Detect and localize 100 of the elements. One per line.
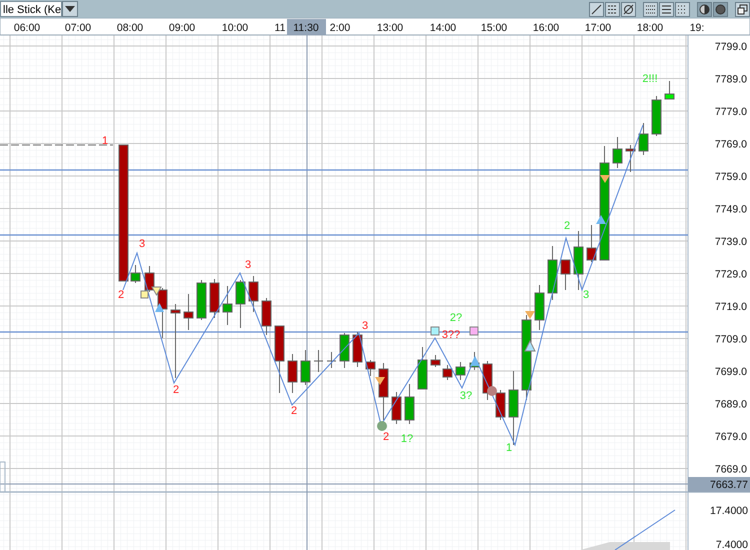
wave-label: 1: [506, 442, 512, 454]
candle: [366, 360, 376, 376]
wave-label: 2: [290, 405, 298, 417]
candle: [222, 286, 232, 326]
chart-type-dropdown[interactable]: lle Stick (Ke: [0, 1, 62, 17]
time-axis-label: 10:00: [222, 22, 248, 34]
price-axis-label: 7709.0: [714, 334, 747, 346]
time-axis-label: 11: [274, 22, 286, 34]
candle: [430, 354, 440, 368]
candle: [236, 280, 246, 328]
candle: [638, 122, 648, 156]
triangle-down-icon: [151, 286, 162, 296]
circle-icon[interactable]: [696, 2, 712, 16]
candle: [456, 362, 466, 380]
candle: [534, 284, 544, 330]
candle: [274, 326, 284, 394]
price-axis-label: 7729.0: [714, 268, 747, 280]
wave-label: 3?: [460, 390, 472, 402]
triangle-down-icon: [525, 311, 535, 319]
candle: [392, 392, 402, 424]
time-axis-label: 13:00: [376, 22, 404, 34]
time-axis-label: 09:00: [168, 22, 196, 34]
candle: [288, 354, 298, 394]
price-axis-label: 7789.0: [714, 74, 747, 86]
time-axis-label: 06:00: [14, 22, 40, 34]
time-axis-label: 19:: [690, 22, 704, 34]
time-axis-label: 16:00: [532, 22, 560, 34]
line-tool-icon[interactable]: [588, 2, 604, 16]
candle: [418, 346, 428, 390]
price-axis-label: 7779.0: [714, 106, 747, 118]
time-cursor-label: 11:30: [293, 22, 319, 34]
grid-icon[interactable]: [674, 2, 690, 16]
price-axis-label: 7799.0: [714, 41, 747, 53]
candle: [248, 276, 258, 312]
circle-marker-icon: [377, 421, 387, 431]
candle: [404, 384, 414, 424]
candle: [664, 80, 674, 100]
price-axis-label: 7749.0: [714, 204, 747, 216]
candle: [560, 260, 570, 290]
wave-label: 3: [138, 238, 146, 250]
price-axis-label: 7739.0: [714, 236, 747, 248]
cursor-price-label: 7663.77: [710, 479, 748, 491]
candle: [326, 352, 336, 368]
candle: [496, 390, 506, 420]
wave-label: 3: [362, 320, 368, 332]
lower-axis-label: 7.4000: [716, 539, 748, 550]
time-axis-label: 07:00: [64, 22, 92, 34]
candle: [262, 298, 272, 336]
candle: [442, 364, 452, 380]
triangle-up-icon: [155, 303, 164, 312]
time-axis-label: 17:00: [584, 22, 612, 34]
triangle-up-icon: [470, 356, 480, 366]
time-axis-label: 18:00: [636, 22, 664, 34]
candle: [196, 280, 206, 320]
triangle-down-icon: [600, 175, 610, 183]
circle-marker-icon: [487, 386, 497, 396]
candle: [548, 246, 558, 300]
wave-label: 3??: [442, 329, 460, 341]
triangle-down-icon: [375, 377, 385, 385]
lines-tool-icon[interactable]: [604, 2, 620, 16]
price-axis-label: 7769.0: [714, 138, 747, 150]
square-marker-icon: [430, 326, 440, 336]
square-marker-icon: [140, 290, 148, 298]
time-axis-label: 08:00: [116, 22, 144, 34]
candle: [612, 136, 622, 168]
indicator-line: [614, 510, 676, 550]
grid-icon[interactable]: [642, 2, 658, 16]
candle: [300, 350, 310, 386]
wave-label: 2: [172, 384, 180, 396]
time-axis-label: 2:00: [330, 22, 350, 34]
wave-label: 2: [118, 289, 124, 301]
candle: [314, 350, 324, 372]
wave-label: 3: [582, 289, 590, 301]
window-icon[interactable]: [734, 2, 750, 16]
no-line-icon[interactable]: [620, 2, 636, 16]
dropdown-button[interactable]: [62, 1, 78, 17]
cursor-price-background: [688, 477, 750, 492]
candle: [574, 230, 584, 290]
candle: [652, 96, 662, 136]
candle: [144, 266, 154, 292]
grid-icon[interactable]: [658, 2, 674, 16]
square-marker-icon: [470, 326, 478, 336]
candle: [130, 264, 140, 284]
triangle-up-icon: [596, 215, 606, 224]
price-axis-label: 7669.0: [714, 464, 747, 476]
candle: [586, 224, 596, 262]
price-axis-label: 7689.0: [714, 398, 747, 410]
caret-icon: [65, 6, 75, 12]
candle: [352, 332, 362, 368]
candle: [626, 144, 636, 172]
time-axis-label: 15:00: [480, 22, 508, 34]
circle-icon[interactable]: [712, 2, 728, 16]
wave-label: 2!!!: [642, 73, 658, 85]
wave-label: 2?: [450, 312, 462, 324]
wave-label: 1: [102, 135, 108, 147]
price-axis-label: 7719.0: [714, 301, 747, 313]
price-axis-label: 7759.0: [714, 171, 747, 183]
wave-label: 2: [382, 431, 390, 443]
wave-label: 3: [244, 259, 252, 271]
candle: [378, 362, 388, 420]
